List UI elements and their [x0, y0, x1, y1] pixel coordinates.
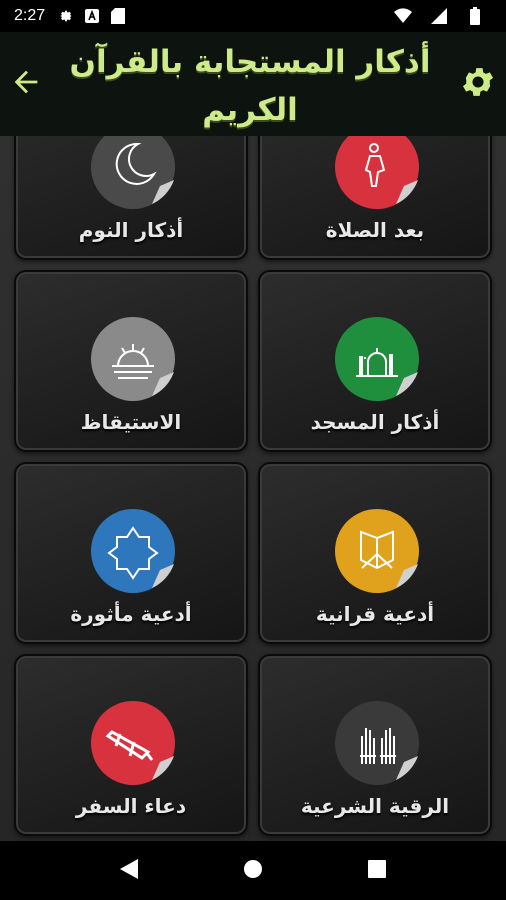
sunrise-icon: [90, 316, 176, 402]
system-nav-bar: [0, 841, 506, 900]
mosque-icon: [334, 316, 420, 402]
content-area[interactable]: بعد الصلاة أذكار النوم أذكار المسجد الاس…: [0, 136, 506, 841]
battery-icon: [466, 7, 484, 25]
nav-recents-button[interactable]: [362, 856, 392, 886]
card-after-prayer[interactable]: بعد الصلاة: [258, 136, 492, 260]
wifi-icon: [394, 7, 412, 25]
gear-icon: [57, 7, 75, 25]
card-label: الاستيقاظ: [80, 410, 182, 434]
card-mathur-duas[interactable]: أدعية مأثورة: [14, 462, 248, 644]
card-label: دعاء السفر: [75, 794, 187, 818]
card-label: أدعية قرانية: [315, 602, 435, 626]
square-recents-icon: [368, 859, 386, 882]
card-mosque[interactable]: أذكار المسجد: [258, 270, 492, 452]
page-title: أذكار المستجابة بالقرآن الكريم: [69, 44, 431, 128]
circle-home-icon: [243, 859, 263, 883]
card-label: الرقية الشرعية: [300, 794, 450, 818]
nav-back-button[interactable]: [114, 856, 144, 886]
airplane-icon: [90, 700, 176, 786]
islamic-star-icon: [90, 508, 176, 594]
signal-icon: [430, 7, 448, 25]
card-ruqyah[interactable]: الرقية الشرعية: [258, 654, 492, 836]
card-label: أذكار المسجد: [310, 410, 440, 434]
sd-card-icon: [109, 7, 127, 25]
quran-book-icon: [334, 508, 420, 594]
status-bar: 2:27: [0, 0, 506, 32]
card-label: أذكار النوم: [78, 218, 184, 242]
card-waking[interactable]: الاستيقاظ: [14, 270, 248, 452]
status-time: 2:27: [14, 7, 46, 24]
settings-button[interactable]: [458, 64, 498, 104]
a-icon: [83, 7, 101, 25]
back-button[interactable]: [6, 64, 46, 104]
app-bar: أذكار المستجابة بالقرآن الكريم: [0, 32, 506, 136]
card-travel[interactable]: دعاء السفر: [14, 654, 248, 836]
triangle-back-icon: [120, 858, 138, 883]
crescent-moon-icon: [90, 136, 176, 210]
nav-home-button[interactable]: [238, 856, 268, 886]
praying-person-icon: [334, 136, 420, 210]
card-sleep[interactable]: أذكار النوم: [14, 136, 248, 260]
card-label: بعد الصلاة: [325, 218, 425, 242]
card-quranic-duas[interactable]: أدعية قرانية: [258, 462, 492, 644]
arrow-left-icon: [9, 65, 43, 103]
gear-icon: [459, 63, 497, 105]
raised-hands-icon: [334, 700, 420, 786]
card-label: أدعية مأثورة: [70, 602, 192, 626]
